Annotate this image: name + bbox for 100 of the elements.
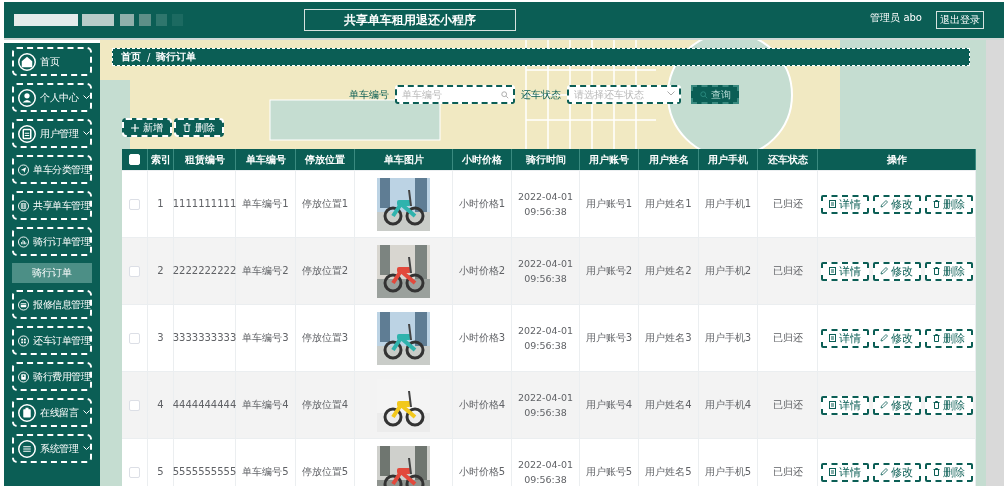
chevron-icon bbox=[667, 91, 675, 96]
table-cell: 2022-04-01 09:56:38 bbox=[512, 171, 580, 237]
search-icon bbox=[699, 90, 708, 99]
details-button[interactable]: 详情 bbox=[820, 261, 869, 281]
search-button[interactable]: 查询 bbox=[691, 85, 739, 104]
delete-button[interactable]: 删除 bbox=[174, 118, 224, 137]
home-icon bbox=[18, 52, 36, 71]
clipboard-icon bbox=[18, 124, 36, 143]
table-cell: 停放位置5 bbox=[296, 439, 355, 486]
table-cell: 停放位置1 bbox=[296, 171, 355, 237]
logout-link[interactable]: 退出登录 bbox=[936, 11, 984, 29]
delete-button[interactable]: 删除 bbox=[924, 395, 973, 415]
table-cell: 用户手机5 bbox=[699, 439, 758, 486]
column-header: 小时价格 bbox=[453, 149, 512, 170]
sidebar-item[interactable]: 共享单车管理 bbox=[12, 191, 92, 220]
table-cell: 小时价格1 bbox=[453, 171, 512, 237]
column-header: 用户账号 bbox=[580, 149, 639, 170]
breadcrumb-link[interactable]: 骑行订单 bbox=[156, 50, 197, 64]
edit-button[interactable]: 修改 bbox=[872, 194, 921, 214]
table-cell: 用户手机4 bbox=[699, 372, 758, 438]
sidebar-item[interactable]: 报修信息管理 bbox=[12, 290, 92, 319]
table-cell: 2022-04-01 09:56:38 bbox=[512, 439, 580, 486]
edit-button[interactable]: 修改 bbox=[872, 395, 921, 415]
sidebar-item[interactable]: 骑行费用管理 bbox=[12, 362, 92, 391]
table-cell: 小时价格3 bbox=[453, 305, 512, 371]
table-cell: 2022-04-01 09:56:38 bbox=[512, 372, 580, 438]
add-button[interactable]: 新增 bbox=[122, 118, 172, 137]
column-header: 操作 bbox=[818, 149, 976, 170]
delete-button[interactable]: 删除 bbox=[924, 328, 973, 348]
column-header: 骑行时间 bbox=[512, 149, 580, 170]
table-cell: 用户姓名2 bbox=[639, 238, 699, 304]
pencil-icon bbox=[880, 267, 888, 275]
table-cell: 已归还 bbox=[758, 372, 818, 438]
sidebar-item[interactable]: 在线留言 bbox=[12, 398, 92, 427]
table-cell: 停放位置2 bbox=[296, 238, 355, 304]
submenu-item[interactable]: 骑行订单 bbox=[12, 263, 92, 283]
table-cell: 小时价格4 bbox=[453, 372, 512, 438]
table-cell: 已归还 bbox=[758, 238, 818, 304]
trash-icon bbox=[932, 267, 940, 275]
sidebar-item[interactable]: 骑行订单管理 bbox=[12, 227, 92, 256]
field-label: 还车状态 bbox=[521, 87, 561, 102]
pencil-icon bbox=[880, 401, 888, 409]
table-cell: 4 bbox=[148, 372, 174, 438]
column-header: 单车图片 bbox=[355, 149, 453, 170]
status-dropdown[interactable]: 请选择还车状态 bbox=[567, 85, 681, 104]
delete-button[interactable]: 删除 bbox=[924, 194, 973, 214]
row-checkbox[interactable] bbox=[129, 466, 140, 478]
column-header: 停放位置 bbox=[296, 149, 355, 170]
table-cell: 用户姓名5 bbox=[639, 439, 699, 486]
select-all-checkbox[interactable] bbox=[129, 154, 140, 165]
trash-icon bbox=[932, 334, 940, 342]
table-cell: 停放位置3 bbox=[296, 305, 355, 371]
row-checkbox[interactable] bbox=[129, 399, 140, 411]
row-checkbox[interactable] bbox=[129, 198, 140, 210]
search-icon bbox=[501, 91, 509, 99]
details-button[interactable]: 详情 bbox=[820, 462, 869, 482]
table-cell: 用户账号2 bbox=[580, 238, 639, 304]
table-cell: 2022-04-01 09:56:38 bbox=[512, 238, 580, 304]
document-icon bbox=[828, 267, 836, 275]
plus-icon bbox=[131, 123, 139, 132]
table-cell: 用户账号3 bbox=[580, 305, 639, 371]
edit-button[interactable]: 修改 bbox=[872, 261, 921, 281]
row-checkbox[interactable] bbox=[129, 332, 140, 344]
table-cell: 用户姓名1 bbox=[639, 171, 699, 237]
row-checkbox[interactable] bbox=[129, 265, 140, 277]
details-button[interactable]: 详情 bbox=[820, 328, 869, 348]
delete-button[interactable]: 删除 bbox=[924, 261, 973, 281]
table-cell: 用户姓名4 bbox=[639, 372, 699, 438]
table-cell: 5555555555 bbox=[174, 439, 236, 486]
sidebar-item[interactable]: 系统管理 bbox=[12, 434, 92, 463]
sidebar-item[interactable]: 首页 bbox=[12, 47, 92, 76]
column-header: 用户手机 bbox=[699, 149, 758, 170]
table-cell: 5 bbox=[148, 439, 174, 486]
sidebar-item[interactable]: 还车订单管理 bbox=[12, 326, 92, 355]
breadcrumb-link[interactable]: 首页 bbox=[121, 50, 141, 64]
table-cell: 1 bbox=[148, 171, 174, 237]
field-label: 单车编号 bbox=[349, 87, 389, 102]
trash-icon bbox=[932, 468, 940, 476]
pencil-icon bbox=[880, 200, 888, 208]
edit-button[interactable]: 修改 bbox=[872, 328, 921, 348]
table-cell: 用户账号4 bbox=[580, 372, 639, 438]
sliders-icon bbox=[18, 439, 36, 458]
edit-button[interactable]: 修改 bbox=[872, 462, 921, 482]
table-cell: 单车编号1 bbox=[236, 171, 296, 237]
sidebar-item[interactable]: 单车分类管理 bbox=[12, 155, 92, 184]
table-cell: 用户账号1 bbox=[580, 171, 639, 237]
app-title: 共享单车租用退还小程序 bbox=[304, 9, 516, 31]
sidebar-item[interactable]: 个人中心 bbox=[12, 83, 92, 112]
delete-button[interactable]: 删除 bbox=[924, 462, 973, 482]
column-header: 单车编号 bbox=[236, 149, 296, 170]
table-cell: 2222222222 bbox=[174, 238, 236, 304]
table-cell: 停放位置4 bbox=[296, 372, 355, 438]
column-header: 索引 bbox=[148, 149, 174, 170]
details-button[interactable]: 详情 bbox=[820, 395, 869, 415]
details-button[interactable]: 详情 bbox=[820, 194, 869, 214]
table-cell: 已归还 bbox=[758, 171, 818, 237]
document-icon bbox=[828, 200, 836, 208]
column-header: 还车状态 bbox=[758, 149, 818, 170]
sidebar-item[interactable]: 用户管理 bbox=[12, 119, 92, 148]
table-cell: 已归还 bbox=[758, 439, 818, 486]
